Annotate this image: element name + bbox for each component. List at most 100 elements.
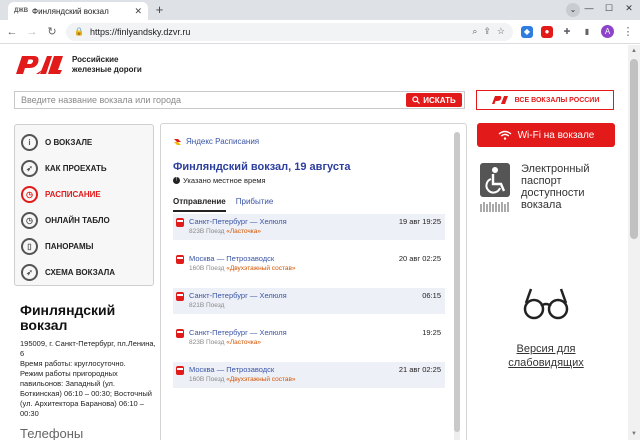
map-icon: ➶	[21, 263, 38, 281]
back-icon[interactable]: ←	[6, 26, 18, 38]
all-stations-button[interactable]: ВСЕ ВОКЗАЛЫ РОССИИ	[476, 90, 614, 110]
side-panel-icon[interactable]: ▮	[581, 25, 593, 38]
page-scrollbar[interactable]: ▲ ▼	[628, 45, 640, 440]
extension-red-icon[interactable]: ●	[541, 25, 553, 38]
train-icon	[176, 255, 184, 264]
trip-row[interactable]: Санкт-Петербург — Хелюля 823В Поезд «Лас…	[173, 214, 445, 240]
rzd-logo-icon	[16, 56, 63, 74]
trip-train: 160В Поезд «Двухэтажный состав»	[189, 376, 296, 383]
trip-train: 823В Поезд «Ласточка»	[189, 228, 261, 235]
browser-tab-strip: ДЖВ Финляндский вокзал ✕ + ⌄ — ☐ ✕	[0, 0, 640, 20]
widget-scroll-thumb[interactable]	[454, 132, 460, 432]
wifi-button[interactable]: Wi-Fi на вокзале	[477, 123, 615, 147]
extensions-puzzle-icon[interactable]: ✚	[561, 25, 573, 38]
menu-item-about[interactable]: i О ВОКЗАЛЕ	[21, 129, 147, 155]
passport-text: Электронный паспорт доступности вокзала	[521, 163, 590, 211]
rzd-small-logo-icon	[491, 96, 508, 104]
page-scroll-thumb[interactable]	[630, 59, 638, 239]
schedule-widget: Яндекс Расписания Финляндский вокзал, 19…	[160, 123, 467, 440]
search-icon	[412, 96, 421, 104]
trip-train: 823В Поезд «Ласточка»	[189, 339, 261, 346]
station-suburban-hours: Режим работы пригородных павильонов: Зап…	[20, 369, 152, 418]
trip-row[interactable]: Москва — Петрозаводск 160В Поезд «Двухэт…	[173, 251, 445, 277]
trip-route[interactable]: Санкт-Петербург — Хелюля	[189, 291, 441, 300]
scroll-down-icon[interactable]: ▼	[628, 428, 640, 440]
menu-item-station-map[interactable]: ➶ СХЕМА ВОКЗАЛА	[21, 259, 147, 285]
address-bar[interactable]: 🔒 https://finlyandsky.dzvr.ru ⌕ ⇪ ☆	[66, 22, 513, 41]
profile-avatar[interactable]: A	[601, 25, 614, 38]
clock-icon: ◷	[21, 185, 38, 203]
menu-item-online-board[interactable]: ◷ ОНЛАЙН ТАБЛО	[21, 207, 147, 233]
forward-icon[interactable]: →	[26, 26, 38, 38]
station-address: 195009, г. Санкт-Петербург, пл.Ленина, 6	[20, 339, 156, 358]
extension-shield-icon[interactable]: ◆	[521, 25, 533, 38]
bookmark-star-icon[interactable]: ☆	[497, 26, 505, 37]
station-title: Финляндский вокзал	[20, 302, 116, 333]
train-icon	[176, 292, 184, 301]
reload-icon[interactable]: ↻	[46, 25, 58, 38]
logo-wordmark: Российские железные дороги	[72, 55, 142, 74]
menu-item-panoramas[interactable]: ▯ ПАНОРАМЫ	[21, 233, 147, 259]
scroll-up-icon[interactable]: ▲	[628, 45, 640, 57]
search-button[interactable]: ИСКАТЬ	[406, 93, 462, 107]
trip-time: 21 авг 02:25	[398, 365, 441, 374]
alert-icon: !	[173, 177, 180, 184]
trip-row[interactable]: Москва — Петрозаводск 160В Поезд «Двухэт…	[173, 362, 445, 388]
accessibility-passport-link[interactable]: Электронный паспорт доступности вокзала	[477, 160, 590, 214]
browser-tab[interactable]: ДЖВ Финляндский вокзал ✕	[8, 2, 148, 20]
tab-close-icon[interactable]: ✕	[134, 6, 142, 17]
train-icon	[176, 218, 184, 227]
tab-favicon-icon: ДЖВ	[14, 8, 29, 14]
wifi-icon	[498, 130, 512, 140]
trip-route[interactable]: Санкт-Петербург — Хелюля	[189, 328, 441, 337]
station-search-input[interactable]	[15, 92, 395, 108]
schedule-tabs: Отправление Прибытие	[173, 197, 273, 212]
trip-time: 20 авг 02:25	[398, 254, 441, 263]
minimize-icon[interactable]: —	[582, 3, 596, 13]
tab-departures[interactable]: Отправление	[173, 197, 226, 212]
zoom-icon[interactable]: ⌕	[472, 26, 477, 37]
tab-arrivals[interactable]: Прибытие	[236, 197, 274, 212]
widget-scrollbar[interactable]	[454, 132, 460, 440]
local-time-note: ! Указано местное время	[173, 176, 266, 185]
schedule-title: Финляндский вокзал, 19 августа	[173, 161, 351, 173]
rzd-logo[interactable]: Российские железные дороги	[14, 54, 142, 76]
wheelchair-icon	[480, 163, 510, 212]
tab-title: Финляндский вокзал	[32, 6, 109, 16]
phones-heading: Телефоны	[20, 426, 84, 440]
station-menu: i О ВОКЗАЛЕ ➶ КАК ПРОЕХАТЬ ◷ РАСПИСАНИЕ …	[14, 124, 154, 286]
browser-menu-icon[interactable]: ⋮	[622, 25, 634, 38]
glasses-icon[interactable]	[521, 283, 571, 323]
panorama-icon: ▯	[21, 237, 38, 255]
trip-train: 160В Поезд «Двухэтажный состав»	[189, 265, 296, 272]
lock-icon[interactable]: 🔒	[74, 27, 84, 36]
trip-train: 821В Поезд	[189, 302, 225, 309]
yandex-schedules-link[interactable]: Яндекс Расписания	[173, 137, 259, 146]
trip-time: 19 авг 19:25	[398, 217, 441, 226]
yandex-schedules-icon	[174, 139, 181, 145]
train-icon	[176, 366, 184, 375]
station-search: ИСКАТЬ	[14, 91, 465, 109]
train-icon	[176, 329, 184, 338]
share-icon[interactable]: ⇪	[483, 26, 491, 37]
new-tab-button[interactable]: +	[152, 3, 167, 18]
page-content: Российские железные дороги ИСКАТЬ ВСЕ ВО…	[0, 45, 628, 440]
maximize-icon[interactable]: ☐	[602, 3, 616, 14]
low-vision-link[interactable]: Версия для слабовидящих	[478, 342, 614, 370]
window-close-icon[interactable]: ✕	[622, 3, 636, 14]
menu-item-directions[interactable]: ➶ КАК ПРОЕХАТЬ	[21, 155, 147, 181]
browser-toolbar: ← → ↻ 🔒 https://finlyandsky.dzvr.ru ⌕ ⇪ …	[0, 20, 640, 44]
trip-time: 06:15	[422, 291, 441, 300]
trip-time: 19:25	[422, 328, 441, 337]
trip-row[interactable]: Санкт-Петербург — Хелюля 823В Поезд «Лас…	[173, 325, 445, 351]
compass-icon: ➶	[21, 159, 38, 177]
trip-list: Санкт-Петербург — Хелюля 823В Поезд «Лас…	[173, 214, 445, 399]
tab-search-icon[interactable]: ⌄	[566, 3, 580, 17]
trip-row[interactable]: Санкт-Петербург — Хелюля 821В Поезд 06:1…	[173, 288, 445, 314]
menu-item-schedule[interactable]: ◷ РАСПИСАНИЕ	[21, 181, 147, 207]
station-hours: Время работы: круглосуточно.	[20, 359, 126, 368]
url-text[interactable]: https://finlyandsky.dzvr.ru	[90, 27, 466, 37]
station-info: 195009, г. Санкт-Петербург, пл.Ленина, 6…	[20, 339, 156, 419]
board-icon: ◷	[21, 211, 38, 229]
info-icon: i	[21, 133, 38, 151]
